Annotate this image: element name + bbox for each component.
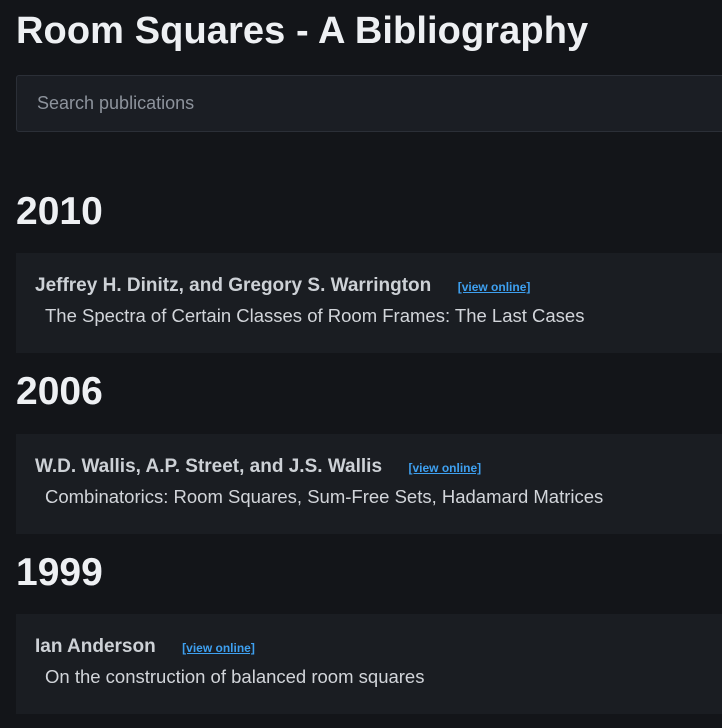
publication-header: Ian Anderson [view online]	[35, 636, 255, 658]
publication-title: Combinatorics: Room Squares, Sum-Free Se…	[45, 486, 604, 507]
publication-title: The Spectra of Certain Classes of Room F…	[45, 305, 585, 326]
view-online-link[interactable]: [view online]	[182, 641, 255, 655]
page-title: Room Squares - A Bibliography	[16, 10, 589, 52]
publication-authors: Jeffrey H. Dinitz, and Gregory S. Warrin…	[35, 275, 432, 296]
year-heading: 1999	[16, 551, 103, 594]
bibliography-page: Room Squares - A Bibliography 2010 Jeffr…	[0, 0, 722, 728]
publication-card: W.D. Wallis, A.P. Street, and J.S. Walli…	[16, 434, 722, 534]
year-heading: 2010	[16, 190, 103, 233]
search-input[interactable]	[16, 75, 722, 132]
year-heading: 2006	[16, 370, 103, 413]
view-online-link[interactable]: [view online]	[408, 461, 481, 475]
publication-header: Jeffrey H. Dinitz, and Gregory S. Warrin…	[35, 275, 530, 297]
publication-authors: W.D. Wallis, A.P. Street, and J.S. Walli…	[35, 456, 383, 477]
publication-card: Jeffrey H. Dinitz, and Gregory S. Warrin…	[16, 253, 722, 353]
publication-authors: Ian Anderson	[35, 636, 156, 657]
view-online-link[interactable]: [view online]	[458, 280, 531, 294]
publication-title: On the construction of balanced room squ…	[45, 666, 425, 687]
publication-card: Ian Anderson [view online] On the constr…	[16, 614, 722, 714]
publication-header: W.D. Wallis, A.P. Street, and J.S. Walli…	[35, 456, 481, 478]
